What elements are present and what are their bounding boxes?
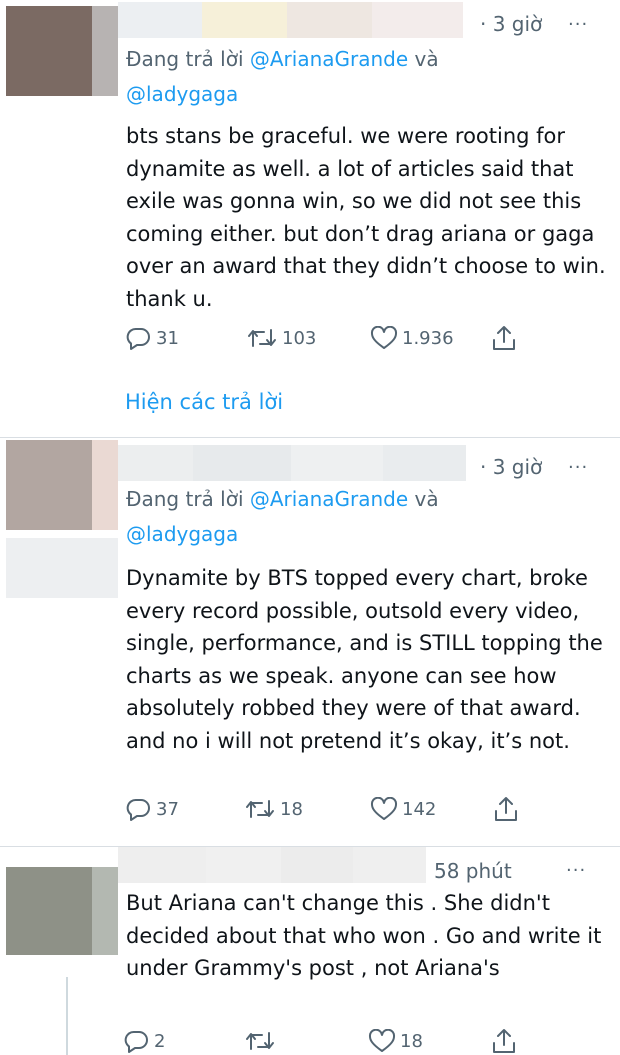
like-count: 1.936 bbox=[402, 327, 454, 349]
retweet-button[interactable]: 103 bbox=[246, 326, 316, 350]
reply-button[interactable]: 31 bbox=[126, 326, 179, 350]
tweet-2[interactable]: · 3 giờ ··· Đang trả lời @ArianaGrande v… bbox=[0, 438, 620, 846]
thread-line bbox=[6, 538, 118, 598]
retweet-button[interactable] bbox=[244, 1029, 276, 1053]
more-icon[interactable]: ··· bbox=[568, 14, 588, 35]
author-name-blurred[interactable] bbox=[118, 847, 426, 883]
like-count: 18 bbox=[400, 1030, 423, 1052]
more-icon[interactable]: ··· bbox=[566, 860, 586, 881]
tweet-time[interactable]: · 3 giờ bbox=[480, 12, 542, 36]
conjunction-text: và bbox=[414, 487, 439, 511]
conjunction-text: và bbox=[414, 47, 439, 71]
replying-to: Đang trả lời @ArianaGrande và @ladygaga bbox=[126, 42, 439, 112]
share-icon bbox=[495, 797, 517, 821]
thread-line bbox=[66, 977, 68, 1055]
reply-button[interactable]: 37 bbox=[126, 797, 179, 821]
reply-button[interactable]: 2 bbox=[124, 1029, 165, 1053]
replying-to-label: Đang trả lời bbox=[126, 47, 244, 71]
reply-icon bbox=[126, 799, 150, 821]
tweet-text: bts stans be graceful. we were rooting f… bbox=[126, 124, 606, 311]
retweet-count: 103 bbox=[282, 327, 317, 349]
like-count: 142 bbox=[402, 798, 437, 820]
show-replies-link[interactable]: Hiện các trả lời bbox=[125, 390, 283, 414]
tweet-time[interactable]: · 3 giờ bbox=[480, 455, 542, 479]
author-name-blurred[interactable] bbox=[118, 445, 466, 481]
reply-count: 31 bbox=[156, 327, 179, 349]
mention-ladygaga[interactable]: @ladygaga bbox=[126, 522, 238, 546]
like-icon bbox=[370, 797, 398, 820]
replying-to-label: Đang trả lời bbox=[126, 487, 244, 511]
retweet-icon bbox=[248, 329, 276, 347]
share-button[interactable] bbox=[491, 1027, 517, 1055]
mention-arianagrande[interactable]: @ArianaGrande bbox=[250, 47, 408, 71]
tweet-1[interactable]: · 3 giờ ··· Đang trả lời @ArianaGrande v… bbox=[0, 0, 620, 438]
mention-arianagrande[interactable]: @ArianaGrande bbox=[250, 487, 408, 511]
retweet-button[interactable]: 18 bbox=[244, 797, 303, 821]
share-button[interactable] bbox=[493, 795, 519, 823]
retweet-icon bbox=[246, 800, 274, 818]
like-icon bbox=[368, 1029, 396, 1052]
share-icon bbox=[493, 1029, 515, 1053]
author-name-blurred[interactable] bbox=[118, 2, 463, 38]
mention-ladygaga[interactable]: @ladygaga bbox=[126, 82, 238, 106]
share-icon bbox=[493, 326, 515, 350]
tweet-text: But Ariana can't change this . She didn'… bbox=[126, 891, 602, 980]
like-button[interactable]: 1.936 bbox=[370, 326, 454, 350]
reply-count: 37 bbox=[156, 798, 179, 820]
reply-count: 2 bbox=[154, 1030, 166, 1052]
more-icon[interactable]: ··· bbox=[568, 457, 588, 478]
avatar[interactable] bbox=[6, 6, 118, 96]
retweet-icon bbox=[246, 1032, 274, 1050]
like-button[interactable]: 18 bbox=[368, 1029, 423, 1053]
avatar[interactable] bbox=[6, 440, 118, 530]
like-icon bbox=[370, 326, 398, 349]
avatar[interactable] bbox=[6, 867, 118, 955]
tweet-time[interactable]: 58 phút bbox=[434, 859, 512, 883]
like-button[interactable]: 142 bbox=[370, 797, 436, 821]
reply-icon bbox=[126, 328, 150, 350]
retweet-count: 18 bbox=[280, 798, 303, 820]
tweet-text: Dynamite by BTS topped every chart, brok… bbox=[126, 566, 603, 753]
replying-to: Đang trả lời @ArianaGrande và @ladygaga bbox=[126, 482, 439, 552]
share-button[interactable] bbox=[491, 324, 517, 352]
tweet-3[interactable]: 58 phút ··· But Ariana can't change this… bbox=[0, 847, 620, 1055]
reply-icon bbox=[124, 1031, 148, 1053]
